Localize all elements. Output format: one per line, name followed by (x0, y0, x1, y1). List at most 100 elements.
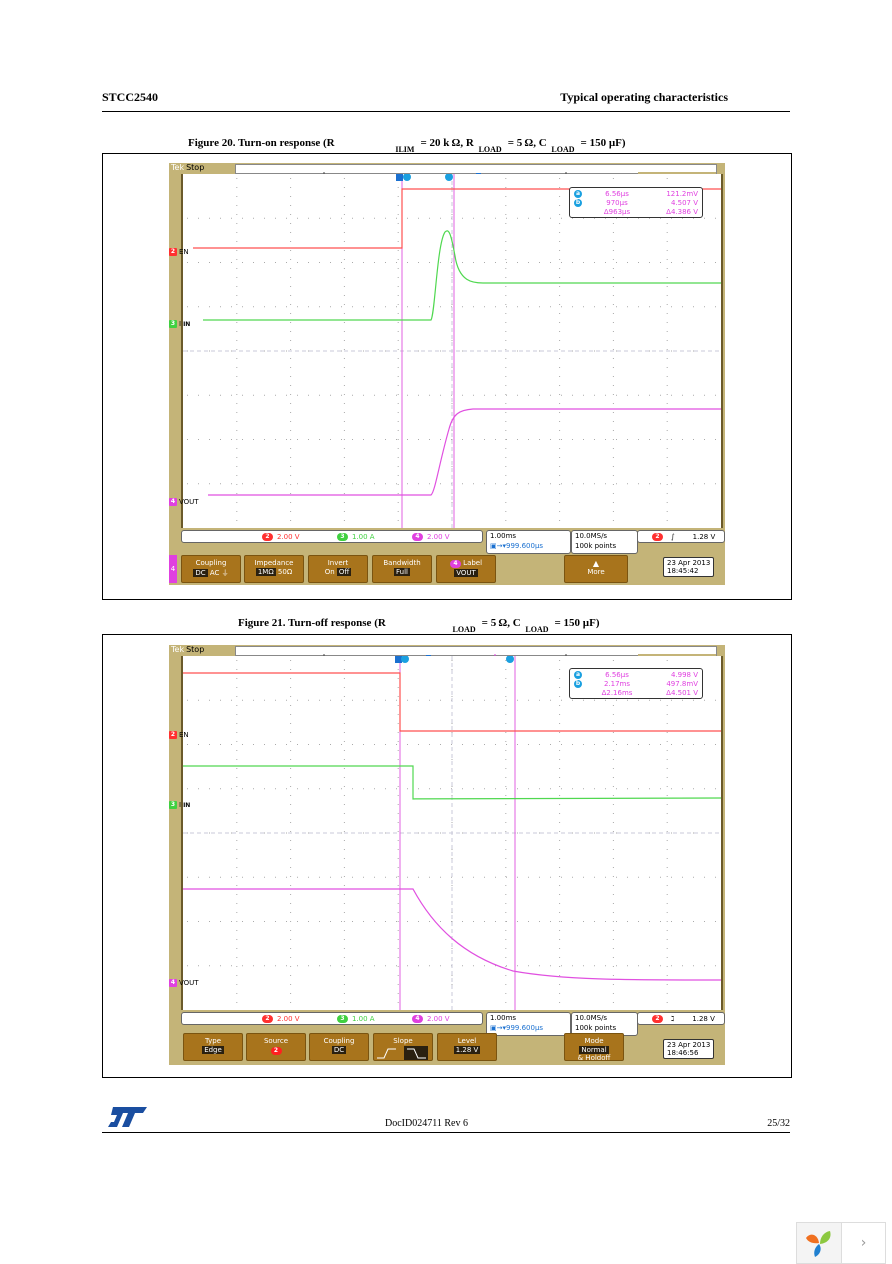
grid-dot (715, 306, 716, 308)
grid-dot (505, 894, 507, 895)
grid-dot (528, 262, 529, 263)
ground-icon[interactable]: ⏚ (222, 569, 229, 577)
next-page-button[interactable]: › (842, 1223, 885, 1263)
button-title: Invert (327, 559, 349, 567)
slope-button[interactable]: Slope (373, 1033, 433, 1061)
grid-dot (236, 412, 238, 413)
trigger-readout[interactable]: 2 ℷ 1.28 V (637, 1012, 725, 1025)
grid-dot (286, 744, 287, 745)
grid-dot (462, 965, 463, 967)
grid-dot (275, 439, 276, 440)
source-button[interactable]: Source 2 (246, 1033, 306, 1061)
grid-dot (397, 948, 399, 949)
grid-dot (236, 466, 238, 467)
grid-dot (484, 483, 485, 485)
label-button[interactable]: 4 Label VOUT (436, 555, 496, 583)
type-button[interactable]: Type Edge (183, 1033, 243, 1061)
grid-dot (374, 788, 375, 790)
impedance-button[interactable]: Impedance 1MΩ 50Ω (244, 555, 304, 583)
grid-dot (473, 699, 474, 701)
acquisition-readout[interactable]: 10.0MS/s 100k points (571, 530, 638, 554)
grid-dot (231, 217, 232, 219)
grid-dot (638, 965, 639, 967)
option-50ohm[interactable]: 50Ω (278, 568, 292, 576)
level-button[interactable]: Level 1.28 V (437, 1033, 497, 1061)
grid-dot (572, 965, 573, 967)
grid-dot (308, 394, 309, 396)
option-ac[interactable]: AC (210, 569, 220, 577)
grid-dot (505, 520, 507, 521)
grid-dot (612, 322, 614, 323)
grid-dot (396, 965, 397, 967)
grid-dot (308, 483, 309, 485)
grid-dot (583, 306, 584, 308)
grid-dot (550, 876, 551, 878)
app-logo[interactable] (797, 1223, 842, 1263)
mode-button[interactable]: Mode Normal & Holdoff (564, 1033, 624, 1062)
grid-dot (561, 483, 562, 485)
option-1mohm[interactable]: 1MΩ (255, 568, 276, 576)
grid-dot (505, 975, 507, 976)
grid-dot (286, 217, 287, 219)
cursor-a-time: 6.56µs (605, 189, 629, 198)
grid-dot (396, 306, 397, 308)
grid-dot (506, 439, 507, 440)
coupling-button[interactable]: Coupling DC (309, 1033, 369, 1061)
grid-dot (397, 430, 399, 431)
cursor-a-icon: a (574, 671, 582, 679)
grid-dot (627, 876, 628, 878)
grid-dot (495, 350, 496, 352)
grid-dot (612, 921, 614, 922)
grid-dot (561, 744, 562, 745)
timebase-readout[interactable]: 1.00ms ▣→▾999.600µs (486, 530, 571, 554)
grid-dot (505, 669, 507, 670)
grid-dot (290, 214, 292, 215)
grid-dot (572, 832, 573, 834)
option-off[interactable]: Off (336, 568, 352, 576)
button-title: Level (457, 1037, 477, 1045)
grid-dot (385, 439, 386, 440)
grid-dot (704, 699, 705, 701)
trigger-readout[interactable]: 2 ∫ 1.28 V (637, 530, 725, 543)
grid-dot (343, 975, 345, 976)
grid-dot (418, 876, 419, 878)
grid-dot (397, 858, 399, 859)
grid-dot (352, 483, 353, 485)
invert-button[interactable]: Invert On Off (308, 555, 368, 583)
bandwidth-button[interactable]: Bandwidth Full (372, 555, 432, 583)
vertical-scales[interactable]: 2 2.00 V 3 1.00 A 4 2.00 V (181, 530, 483, 543)
grid-dot (666, 966, 668, 967)
grid-dot (559, 412, 561, 413)
slope-options[interactable] (374, 1046, 430, 1060)
option-on[interactable]: On (325, 568, 335, 576)
grid-dot (343, 430, 345, 431)
option-dc[interactable]: DC (193, 569, 208, 577)
grid-dot (236, 214, 238, 215)
time: 18:45:42 (667, 567, 699, 575)
grid-dot (671, 788, 672, 790)
grid-dot (666, 457, 668, 458)
grid-dot (341, 217, 342, 219)
more-button[interactable]: ▲ More (564, 555, 628, 583)
grid-dot (397, 912, 399, 913)
grid-dot (363, 699, 364, 701)
vertical-scales[interactable]: 2 2.00 V 3 1.00 A 4 2.00 V (181, 1012, 483, 1025)
grid-dot (236, 723, 238, 724)
grid-dot (236, 439, 238, 440)
grid-dot (505, 376, 507, 377)
grid-dot (559, 367, 561, 368)
date-time: 23 Apr 2013 18:45:42 (663, 557, 715, 577)
grid-dot (290, 732, 292, 733)
grid-dot (236, 714, 238, 715)
coupling-button[interactable]: Coupling DC AC ⏚ (181, 555, 241, 583)
grid-dot (612, 894, 614, 895)
grid-dot (253, 439, 254, 440)
grid-dot (286, 306, 287, 308)
grid-dot (343, 313, 345, 314)
grid-dot (343, 304, 345, 305)
grid-dot (352, 744, 353, 745)
grid-dot (666, 250, 668, 251)
ch2-badge: 2 (262, 1014, 273, 1023)
grid-dot (220, 306, 221, 308)
grid-dot (682, 483, 683, 485)
